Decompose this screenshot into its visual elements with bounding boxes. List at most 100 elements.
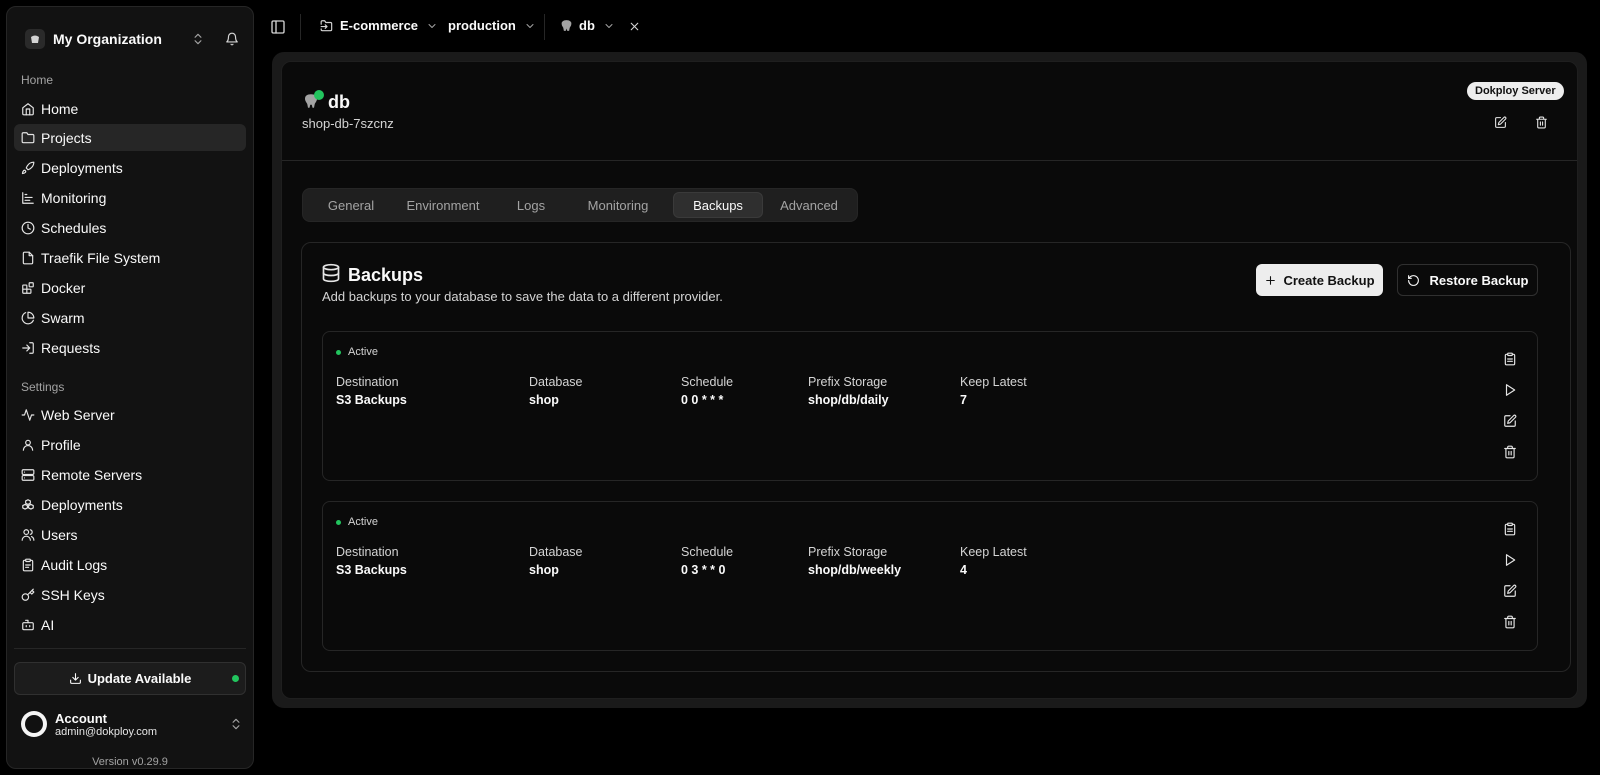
tab-monitoring[interactable]: Monitoring: [571, 192, 665, 218]
chevrons-up-down-icon[interactable]: [191, 32, 205, 46]
sidebar-item-web-server[interactable]: Web Server: [14, 401, 246, 428]
edit-service-button[interactable]: [1494, 116, 1507, 129]
sidebar-item-traefik-file-system[interactable]: Traefik File System: [14, 244, 246, 271]
org-switcher[interactable]: My Organization: [19, 21, 241, 57]
create-backup-button[interactable]: Create Backup: [1256, 264, 1383, 296]
sidebar-item-schedules[interactable]: Schedules: [14, 214, 246, 241]
run-backup-button[interactable]: [1503, 553, 1517, 567]
status-dot: [336, 519, 341, 525]
update-available-button[interactable]: Update Available: [14, 662, 246, 695]
tab-backups[interactable]: Backups: [673, 192, 763, 218]
sidebar-item-label: Users: [41, 526, 78, 543]
sidebar-toggle-icon[interactable]: [270, 19, 286, 35]
breadcrumb-service[interactable]: db: [560, 18, 615, 33]
edit-backup-button[interactable]: [1503, 584, 1517, 598]
postgres-icon: [561, 20, 572, 31]
breadcrumb-environment[interactable]: production: [448, 18, 536, 33]
database-icon: [322, 263, 340, 283]
schedule-label: Schedule: [681, 545, 734, 559]
topbar-divider: [300, 14, 301, 40]
header-divider: [282, 160, 1577, 161]
breadcrumb-environment-label: production: [448, 18, 516, 33]
sidebar-item-profile[interactable]: Profile: [14, 431, 246, 458]
schedule-label: Schedule: [681, 375, 734, 389]
sidebar-item-home[interactable]: Home: [14, 95, 246, 122]
view-logs-button[interactable]: [1503, 522, 1517, 536]
sidebar-item-remote-servers[interactable]: Remote Servers: [14, 461, 246, 488]
delete-service-button[interactable]: [1535, 116, 1548, 129]
sidebar-item-ssh-keys[interactable]: SSH Keys: [14, 581, 246, 608]
close-icon[interactable]: [628, 20, 641, 33]
breadcrumb-service-label: db: [579, 18, 595, 33]
chevrons-up-down-icon[interactable]: [229, 717, 243, 731]
trash-icon: [1536, 116, 1547, 129]
sidebar-item-label: Swarm: [41, 309, 85, 326]
edit-backup-button[interactable]: [1503, 414, 1517, 428]
sidebar-item-users[interactable]: Users: [14, 521, 246, 548]
destination-label: Destination: [336, 545, 399, 559]
file-icon: [22, 251, 34, 264]
keep-latest-label: Keep Latest: [960, 545, 1027, 559]
restore-backup-button[interactable]: Restore Backup: [1397, 264, 1538, 296]
sidebar-item-deployments[interactable]: Deployments: [14, 154, 246, 181]
clipboard-list-icon: [1504, 522, 1516, 536]
clipboard-icon: [22, 558, 34, 571]
folder-icon: [21, 131, 35, 143]
destination-value: S3 Backups: [336, 393, 407, 407]
user-icon: [22, 439, 34, 451]
sidebar-item-label: Traefik File System: [41, 249, 161, 266]
tab-advanced[interactable]: Advanced: [763, 192, 855, 218]
pencil-square-icon: [1495, 116, 1507, 128]
sidebar-item-requests[interactable]: Requests: [14, 334, 246, 361]
tab-general[interactable]: General: [307, 192, 395, 218]
delete-backup-button[interactable]: [1503, 445, 1517, 459]
restore-backup-label: Restore Backup: [1429, 272, 1529, 288]
account-email: admin@dokploy.com: [55, 725, 158, 738]
status-dot: [336, 349, 341, 355]
tab-logs[interactable]: Logs: [491, 192, 571, 218]
account-name: Account: [55, 710, 107, 726]
sidebar-item-label: Monitoring: [41, 189, 107, 206]
breadcrumb-project[interactable]: E-commerce: [320, 18, 438, 33]
sidebar-item-projects[interactable]: Projects: [14, 124, 246, 151]
delete-backup-button[interactable]: [1503, 615, 1517, 629]
avatar: [21, 711, 47, 737]
sidebar-item-swarm[interactable]: Swarm: [14, 304, 246, 331]
sidebar-item-label: Docker: [41, 279, 86, 296]
sidebar-item-label: Projects: [41, 129, 92, 146]
home-group-label: Home: [21, 73, 54, 87]
sidebar-item-label: SSH Keys: [41, 586, 105, 603]
sidebar-item-monitoring[interactable]: Monitoring: [14, 184, 246, 211]
sidebar-item-label: Remote Servers: [41, 466, 143, 483]
chevron-down-icon: [526, 23, 534, 28]
trash-icon: [1504, 445, 1516, 459]
home-icon: [22, 102, 34, 115]
sidebar-item-label: Requests: [41, 339, 101, 356]
rotate-ccw-icon: [1407, 274, 1419, 286]
arrow-in-icon: [22, 341, 34, 354]
plus-icon: [1266, 275, 1276, 285]
bell-icon[interactable]: [225, 32, 239, 46]
destination-value: S3 Backups: [336, 563, 407, 577]
sidebar-item-audit-logs[interactable]: Audit Logs: [14, 551, 246, 578]
breadcrumb-project-label: E-commerce: [340, 18, 419, 33]
sidebar-item-label: Deployments: [41, 496, 123, 513]
account-menu[interactable]: Account admin@dokploy.com: [21, 709, 243, 739]
view-logs-button[interactable]: [1503, 352, 1517, 366]
run-backup-button[interactable]: [1503, 383, 1517, 397]
topbar-divider: [544, 14, 545, 40]
sidebar-item-label: Schedules: [41, 219, 107, 236]
prefix-storage-value: shop/db/weekly: [808, 563, 902, 577]
schedule-value: 0 0 * * *: [681, 393, 724, 407]
org-logo-icon: [25, 29, 45, 49]
pencil-square-icon: [1504, 584, 1517, 597]
boxes-icon: [22, 498, 34, 510]
keep-latest-label: Keep Latest: [960, 375, 1027, 389]
sidebar-item-ai[interactable]: AI: [14, 611, 246, 638]
tab-environment[interactable]: Environment: [395, 192, 491, 218]
sidebar-item-deployments-settings[interactable]: Deployments: [14, 491, 246, 518]
database-label: Database: [529, 545, 583, 559]
service-app-name: shop-db-7szcnz: [302, 116, 394, 131]
service-tabs: General Environment Logs Monitoring Back…: [302, 188, 858, 222]
sidebar-item-docker[interactable]: Docker: [14, 274, 246, 301]
